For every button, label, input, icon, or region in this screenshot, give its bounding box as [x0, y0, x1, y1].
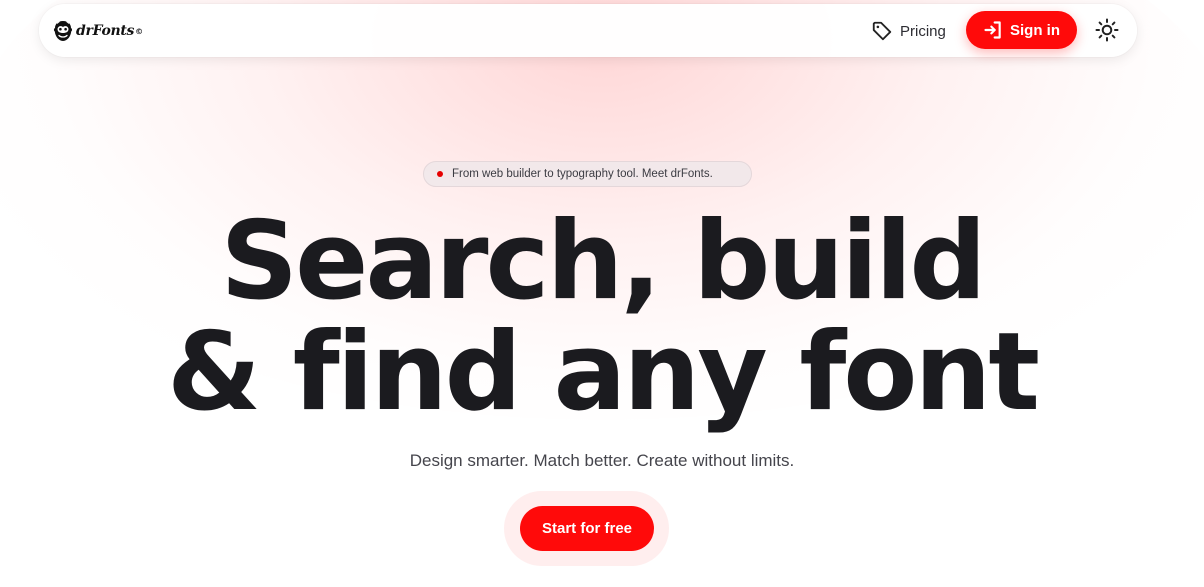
hero-headline-line-1: Search, build — [220, 199, 986, 324]
navbar: drFonts © Pricing Sign in — [39, 4, 1137, 57]
monkey-head-icon — [53, 21, 73, 41]
hero-subtitle: Design smarter. Match better. Create wit… — [409, 451, 795, 470]
brand-mark: © — [135, 26, 144, 36]
pricing-link[interactable]: Pricing — [871, 17, 946, 45]
sign-in-icon — [984, 21, 1001, 39]
announcement-dot — [437, 171, 443, 177]
announcement-pill[interactable]: From web builder to typography tool. Mee… — [423, 161, 752, 187]
start-for-free-button[interactable]: Start for free — [520, 506, 654, 551]
hero-headline-line-2: & find any font — [166, 310, 1040, 435]
sign-in-label: Sign in — [1010, 21, 1060, 39]
sun-icon — [1095, 18, 1119, 42]
brand-name: drFonts — [76, 23, 135, 39]
page: drFonts © Pricing Sign in From web build… — [0, 0, 1204, 587]
pricing-label: Pricing — [900, 22, 946, 40]
announcement-text: From web builder to typography tool. Mee… — [452, 168, 713, 180]
sign-in-button[interactable]: Sign in — [966, 11, 1077, 49]
tag-icon — [872, 21, 892, 41]
theme-toggle-button[interactable] — [1094, 17, 1120, 43]
brand-logo[interactable]: drFonts © — [53, 18, 143, 44]
